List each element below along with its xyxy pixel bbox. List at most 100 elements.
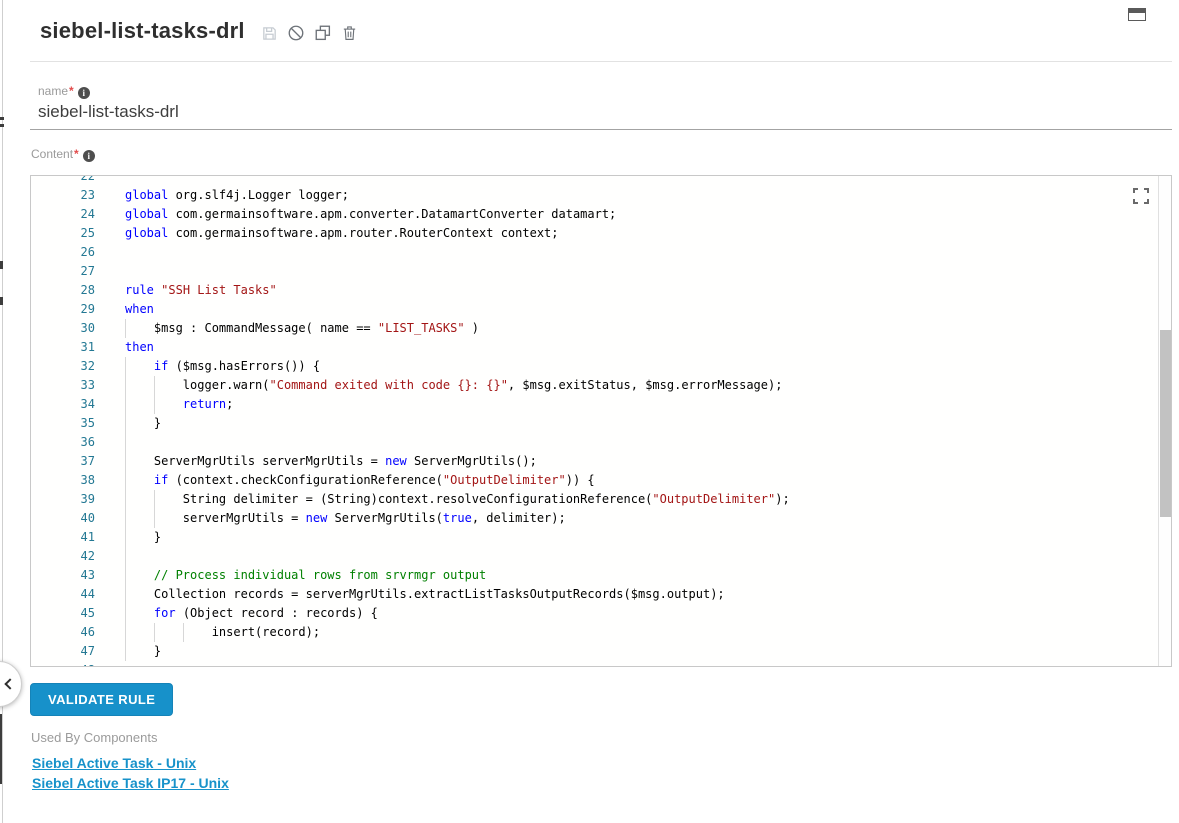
line-number: 46 xyxy=(31,623,95,642)
chevron-left-icon xyxy=(4,678,15,689)
editor-scrollbar[interactable] xyxy=(1158,176,1171,666)
line-number: 45 xyxy=(31,604,95,623)
trash-icon[interactable] xyxy=(341,24,358,42)
scrollbar-thumb[interactable] xyxy=(1160,330,1171,517)
indent-guide xyxy=(154,395,155,414)
used-by-components-label: Used By Components xyxy=(30,730,1172,745)
edge-artifact xyxy=(0,297,3,305)
line-number: 33 xyxy=(31,376,95,395)
rule-detail-panel: siebel-list-tasks-drl name*i siebel-list… xyxy=(30,0,1172,795)
code-row[interactable]: 26 xyxy=(31,243,1171,262)
indent-guide xyxy=(125,509,126,528)
indent-guide xyxy=(125,471,126,490)
name-input[interactable]: siebel-list-tasks-drl xyxy=(38,102,1172,122)
line-number: 44 xyxy=(31,585,95,604)
code-row[interactable]: 42 xyxy=(31,547,1171,566)
save-icon[interactable] xyxy=(261,25,278,42)
code-row[interactable]: 37 ServerMgrUtils serverMgrUtils = new S… xyxy=(31,452,1171,471)
code-row[interactable]: 34 return; xyxy=(31,395,1171,414)
component-link[interactable]: Siebel Active Task IP17 - Unix xyxy=(32,775,1172,791)
code-row[interactable]: 33 logger.warn("Command exited with code… xyxy=(31,376,1171,395)
code-row[interactable]: 32 if ($msg.hasErrors()) { xyxy=(31,357,1171,376)
code-row[interactable]: 44 Collection records = serverMgrUtils.e… xyxy=(31,585,1171,604)
line-number: 27 xyxy=(31,262,95,281)
code-row[interactable]: 48 xyxy=(31,661,1171,667)
code-row[interactable]: 36 xyxy=(31,433,1171,452)
ban-icon[interactable] xyxy=(287,24,305,42)
code-row[interactable]: 45 for (Object record : records) { xyxy=(31,604,1171,623)
line-number: 24 xyxy=(31,205,95,224)
line-number: 23 xyxy=(31,186,95,205)
collapse-panel-button[interactable] xyxy=(0,661,22,707)
line-number: 28 xyxy=(31,281,95,300)
code-line-text: insert(record); xyxy=(125,623,320,642)
indent-guide xyxy=(125,566,126,585)
code-editor[interactable]: 2223 global org.slf4j.Logger logger; 24 glo… xyxy=(30,175,1172,667)
code-row[interactable]: 35 } xyxy=(31,414,1171,433)
code-row[interactable]: 38 if (context.checkConfigurationReferen… xyxy=(31,471,1171,490)
indent-guide xyxy=(125,623,126,642)
code-line-text: String delimiter = (String)context.resol… xyxy=(125,490,790,509)
line-number: 40 xyxy=(31,509,95,528)
code-row[interactable]: 43 // Process individual rows from srvrm… xyxy=(31,566,1171,585)
validate-rule-button[interactable]: VALIDATE RULE xyxy=(30,683,173,716)
code-line-text: then xyxy=(125,338,154,357)
line-number: 48 xyxy=(31,661,95,667)
code-row[interactable]: 47 } xyxy=(31,642,1171,661)
component-link[interactable]: Siebel Active Task - Unix xyxy=(32,755,1172,771)
info-icon[interactable]: i xyxy=(78,87,90,99)
code-line-text: ServerMgrUtils serverMgrUtils = new Serv… xyxy=(125,452,537,471)
line-number: 47 xyxy=(31,642,95,661)
code-line-text: for (Object record : records) { xyxy=(125,604,378,623)
used-by-links: Siebel Active Task - Unix Siebel Active … xyxy=(30,755,1172,791)
code-row[interactable]: 25 global com.germainsoftware.apm.router.… xyxy=(31,224,1171,243)
code-line-text: when xyxy=(125,300,154,319)
indent-guide xyxy=(125,585,126,604)
name-field-block: name*i siebel-list-tasks-drl xyxy=(30,84,1172,122)
indent-guide xyxy=(183,623,184,642)
line-number: 35 xyxy=(31,414,95,433)
code-row[interactable]: 22 xyxy=(31,175,1171,186)
code-row[interactable]: 39 String delimiter = (String)context.re… xyxy=(31,490,1171,509)
code-content: 2223 global org.slf4j.Logger logger; 24 glo… xyxy=(31,175,1171,667)
code-row[interactable]: 24 global com.germainsoftware.apm.convert… xyxy=(31,205,1171,224)
indent-guide xyxy=(154,490,155,509)
code-row[interactable]: 27 xyxy=(31,262,1171,281)
code-line-text: } xyxy=(125,414,161,433)
code-line-text: // Process individual rows from srvrmgr … xyxy=(125,566,486,585)
indent-guide xyxy=(125,528,126,547)
line-number: 38 xyxy=(31,471,95,490)
code-row[interactable]: 41 } xyxy=(31,528,1171,547)
code-row[interactable]: 31then xyxy=(31,338,1171,357)
code-line-text: serverMgrUtils = new ServerMgrUtils(true… xyxy=(125,509,566,528)
indent-guide xyxy=(154,623,155,642)
code-row[interactable]: 46 insert(record); xyxy=(31,623,1171,642)
content-field-label: Content*i xyxy=(30,147,1172,162)
code-line-text: if (context.checkConfigurationReference(… xyxy=(125,471,595,490)
indent-guide xyxy=(125,357,126,376)
info-icon[interactable]: i xyxy=(83,150,95,162)
copy-icon[interactable] xyxy=(314,24,332,42)
code-row[interactable]: 23 global org.slf4j.Logger logger; xyxy=(31,186,1171,205)
header: siebel-list-tasks-drl xyxy=(30,0,1172,62)
indent-guide xyxy=(125,376,126,395)
line-number: 25 xyxy=(31,224,95,243)
edge-artifact xyxy=(0,714,2,784)
code-line-text: global com.germainsoftware.apm.converter… xyxy=(125,205,616,224)
code-line-text: global com.germainsoftware.apm.router.Ro… xyxy=(125,224,559,243)
code-row[interactable]: 30 $msg : CommandMessage( name == "LIST_… xyxy=(31,319,1171,338)
line-number: 26 xyxy=(31,243,95,262)
edge-artifact xyxy=(0,261,3,269)
page-title: siebel-list-tasks-drl xyxy=(40,18,245,44)
indent-guide xyxy=(154,376,155,395)
line-number: 43 xyxy=(31,566,95,585)
code-row[interactable]: 40 serverMgrUtils = new ServerMgrUtils(t… xyxy=(31,509,1171,528)
line-number: 37 xyxy=(31,452,95,471)
code-row[interactable]: 28rule "SSH List Tasks" xyxy=(31,281,1171,300)
line-number: 22 xyxy=(31,175,95,186)
code-row[interactable]: 29when xyxy=(31,300,1171,319)
code-line-text: global org.slf4j.Logger logger; xyxy=(125,186,349,205)
expand-icon[interactable] xyxy=(1133,188,1149,204)
line-number: 30 xyxy=(31,319,95,338)
code-line-text: logger.warn("Command exited with code {}… xyxy=(125,376,782,395)
